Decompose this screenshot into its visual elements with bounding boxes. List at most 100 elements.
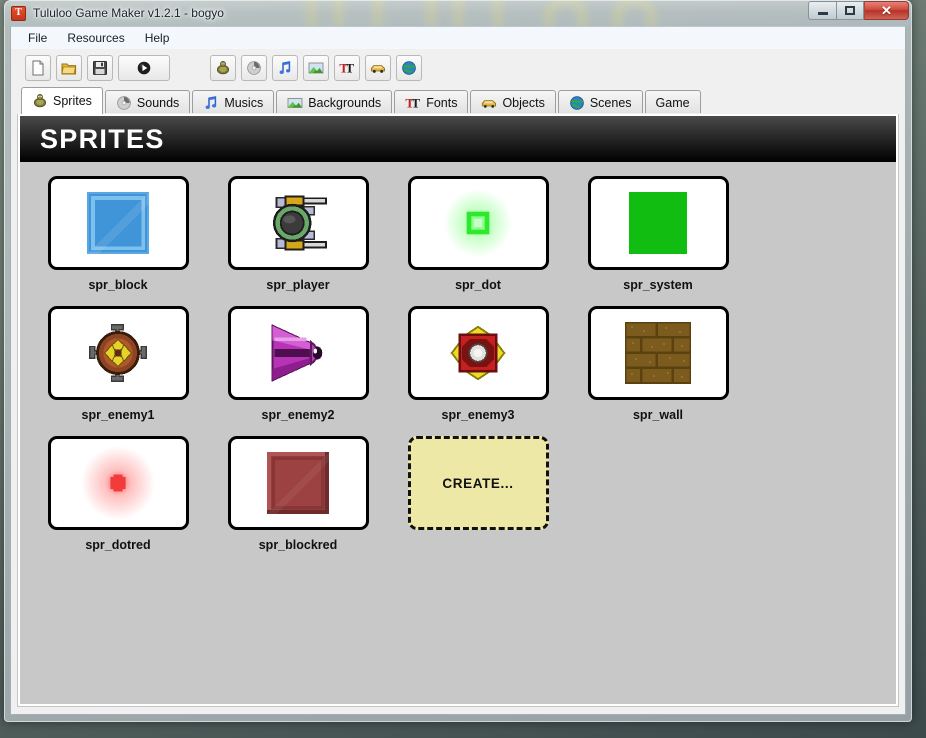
window-controls: ✕	[808, 1, 909, 20]
add-background-button[interactable]	[303, 55, 329, 81]
sprite-cell: spr_system	[578, 176, 738, 292]
menu-file[interactable]: File	[19, 28, 56, 48]
add-font-button[interactable]: T T	[334, 55, 360, 81]
menu-resources[interactable]: Resources	[58, 28, 133, 48]
maximize-icon	[845, 6, 855, 15]
cd-icon	[246, 60, 262, 76]
sprite-name: spr_dot	[455, 278, 501, 292]
close-icon: ✕	[881, 4, 892, 17]
sprite-name: spr_blockred	[259, 538, 338, 552]
tab-scenes[interactable]: Scenes	[558, 90, 643, 114]
minimize-button[interactable]	[808, 1, 836, 20]
sprite-name: spr_wall	[633, 408, 683, 422]
landscape-icon	[308, 60, 324, 76]
sprite-cell: spr_enemy1	[38, 306, 198, 422]
tab-sounds[interactable]: Sounds	[105, 90, 190, 114]
landscape-icon	[287, 95, 303, 111]
tab-objects[interactable]: Objects	[470, 90, 555, 114]
font-tt-icon: T T	[339, 60, 355, 76]
panel-header: SPRITES	[20, 116, 896, 162]
create-sprite-button[interactable]: CREATE...	[408, 436, 549, 530]
toolbar: T T	[11, 49, 905, 87]
add-music-button[interactable]	[272, 55, 298, 81]
sprites-panel: SPRITES spr_block	[18, 114, 898, 706]
tab-label: Objects	[502, 96, 544, 110]
tab-sprites[interactable]: Sprites	[21, 87, 103, 114]
folder-icon	[61, 60, 77, 76]
sprite-cell: spr_block	[38, 176, 198, 292]
globe-icon	[401, 60, 417, 76]
save-file-button[interactable]	[87, 55, 113, 81]
sprite-name: spr_enemy1	[82, 408, 155, 422]
application-window: Tululoo Game Maker v1.2.1 - bogyo ✕ File…	[4, 0, 912, 722]
sprite-cell: spr_dot	[398, 176, 558, 292]
add-scene-button[interactable]	[396, 55, 422, 81]
tab-game[interactable]: Game	[645, 90, 701, 114]
maximize-button[interactable]	[836, 1, 864, 20]
run-game-button[interactable]	[118, 55, 170, 81]
floppy-disk-icon	[92, 60, 108, 76]
page-icon	[30, 60, 46, 76]
sprite-thumbnail-system[interactable]	[588, 176, 729, 270]
car-icon	[481, 95, 497, 111]
tab-label: Backgrounds	[308, 96, 381, 110]
minimize-icon	[818, 12, 828, 15]
sprite-thumbnail-player[interactable]	[228, 176, 369, 270]
sprite-name: spr_system	[623, 278, 693, 292]
car-icon	[370, 60, 386, 76]
tab-fonts[interactable]: T T Fonts	[394, 90, 468, 114]
create-sprite-cell: CREATE...	[398, 436, 558, 552]
sprite-thumbnail-block[interactable]	[48, 176, 189, 270]
sprite-cell: spr_dotred	[38, 436, 198, 552]
sprite-name: spr_enemy2	[262, 408, 335, 422]
font-tt-icon: T T	[405, 95, 421, 111]
sprite-thumbnail-dotred[interactable]	[48, 436, 189, 530]
sprite-name: spr_player	[266, 278, 329, 292]
sprite-cell: spr_blockred	[218, 436, 378, 552]
sprite-grid: spr_block	[20, 162, 896, 704]
new-file-button[interactable]	[25, 55, 51, 81]
tab-label: Sounds	[137, 96, 179, 110]
page-title: SPRITES	[40, 124, 165, 155]
tab-label: Musics	[224, 96, 263, 110]
turtle-icon	[32, 93, 48, 109]
menu-help[interactable]: Help	[136, 28, 179, 48]
cd-icon	[116, 95, 132, 111]
sprite-thumbnail-enemy1[interactable]	[48, 306, 189, 400]
sprite-thumbnail-blockred[interactable]	[228, 436, 369, 530]
play-circle-icon	[136, 60, 152, 76]
globe-icon	[569, 95, 585, 111]
turtle-icon	[215, 60, 231, 76]
sprite-name: spr_enemy3	[442, 408, 515, 422]
sprite-thumbnail-wall[interactable]	[588, 306, 729, 400]
music-note-icon	[277, 60, 293, 76]
sprite-name: spr_dotred	[85, 538, 150, 552]
add-sound-button[interactable]	[241, 55, 267, 81]
sprite-cell: spr_player	[218, 176, 378, 292]
open-file-button[interactable]	[56, 55, 82, 81]
menu-bar: File Resources Help	[11, 27, 905, 49]
sprite-thumbnail-enemy3[interactable]	[408, 306, 549, 400]
sprite-cell: spr_enemy2	[218, 306, 378, 422]
sprite-thumbnail-dot[interactable]	[408, 176, 549, 270]
svg-text:T: T	[412, 95, 421, 110]
tab-label: Sprites	[53, 94, 92, 108]
svg-text:T: T	[345, 61, 354, 76]
tab-musics[interactable]: Musics	[192, 90, 274, 114]
sprite-thumbnail-enemy2[interactable]	[228, 306, 369, 400]
title-bar[interactable]: Tululoo Game Maker v1.2.1 - bogyo ✕	[4, 0, 912, 26]
tululoo-t-icon	[11, 6, 26, 21]
tab-label: Fonts	[426, 96, 457, 110]
window-title: Tululoo Game Maker v1.2.1 - bogyo	[33, 6, 224, 20]
close-button[interactable]: ✕	[864, 1, 909, 20]
tab-label: Scenes	[590, 96, 632, 110]
music-note-icon	[203, 95, 219, 111]
sprite-cell: spr_wall	[578, 306, 738, 422]
sprite-cell: spr_enemy3	[398, 306, 558, 422]
tab-backgrounds[interactable]: Backgrounds	[276, 90, 392, 114]
client-area: File Resources Help	[10, 26, 906, 715]
tab-bar: Sprites Sounds	[11, 87, 905, 114]
sprite-name: spr_block	[88, 278, 147, 292]
add-sprite-button[interactable]	[210, 55, 236, 81]
add-object-button[interactable]	[365, 55, 391, 81]
